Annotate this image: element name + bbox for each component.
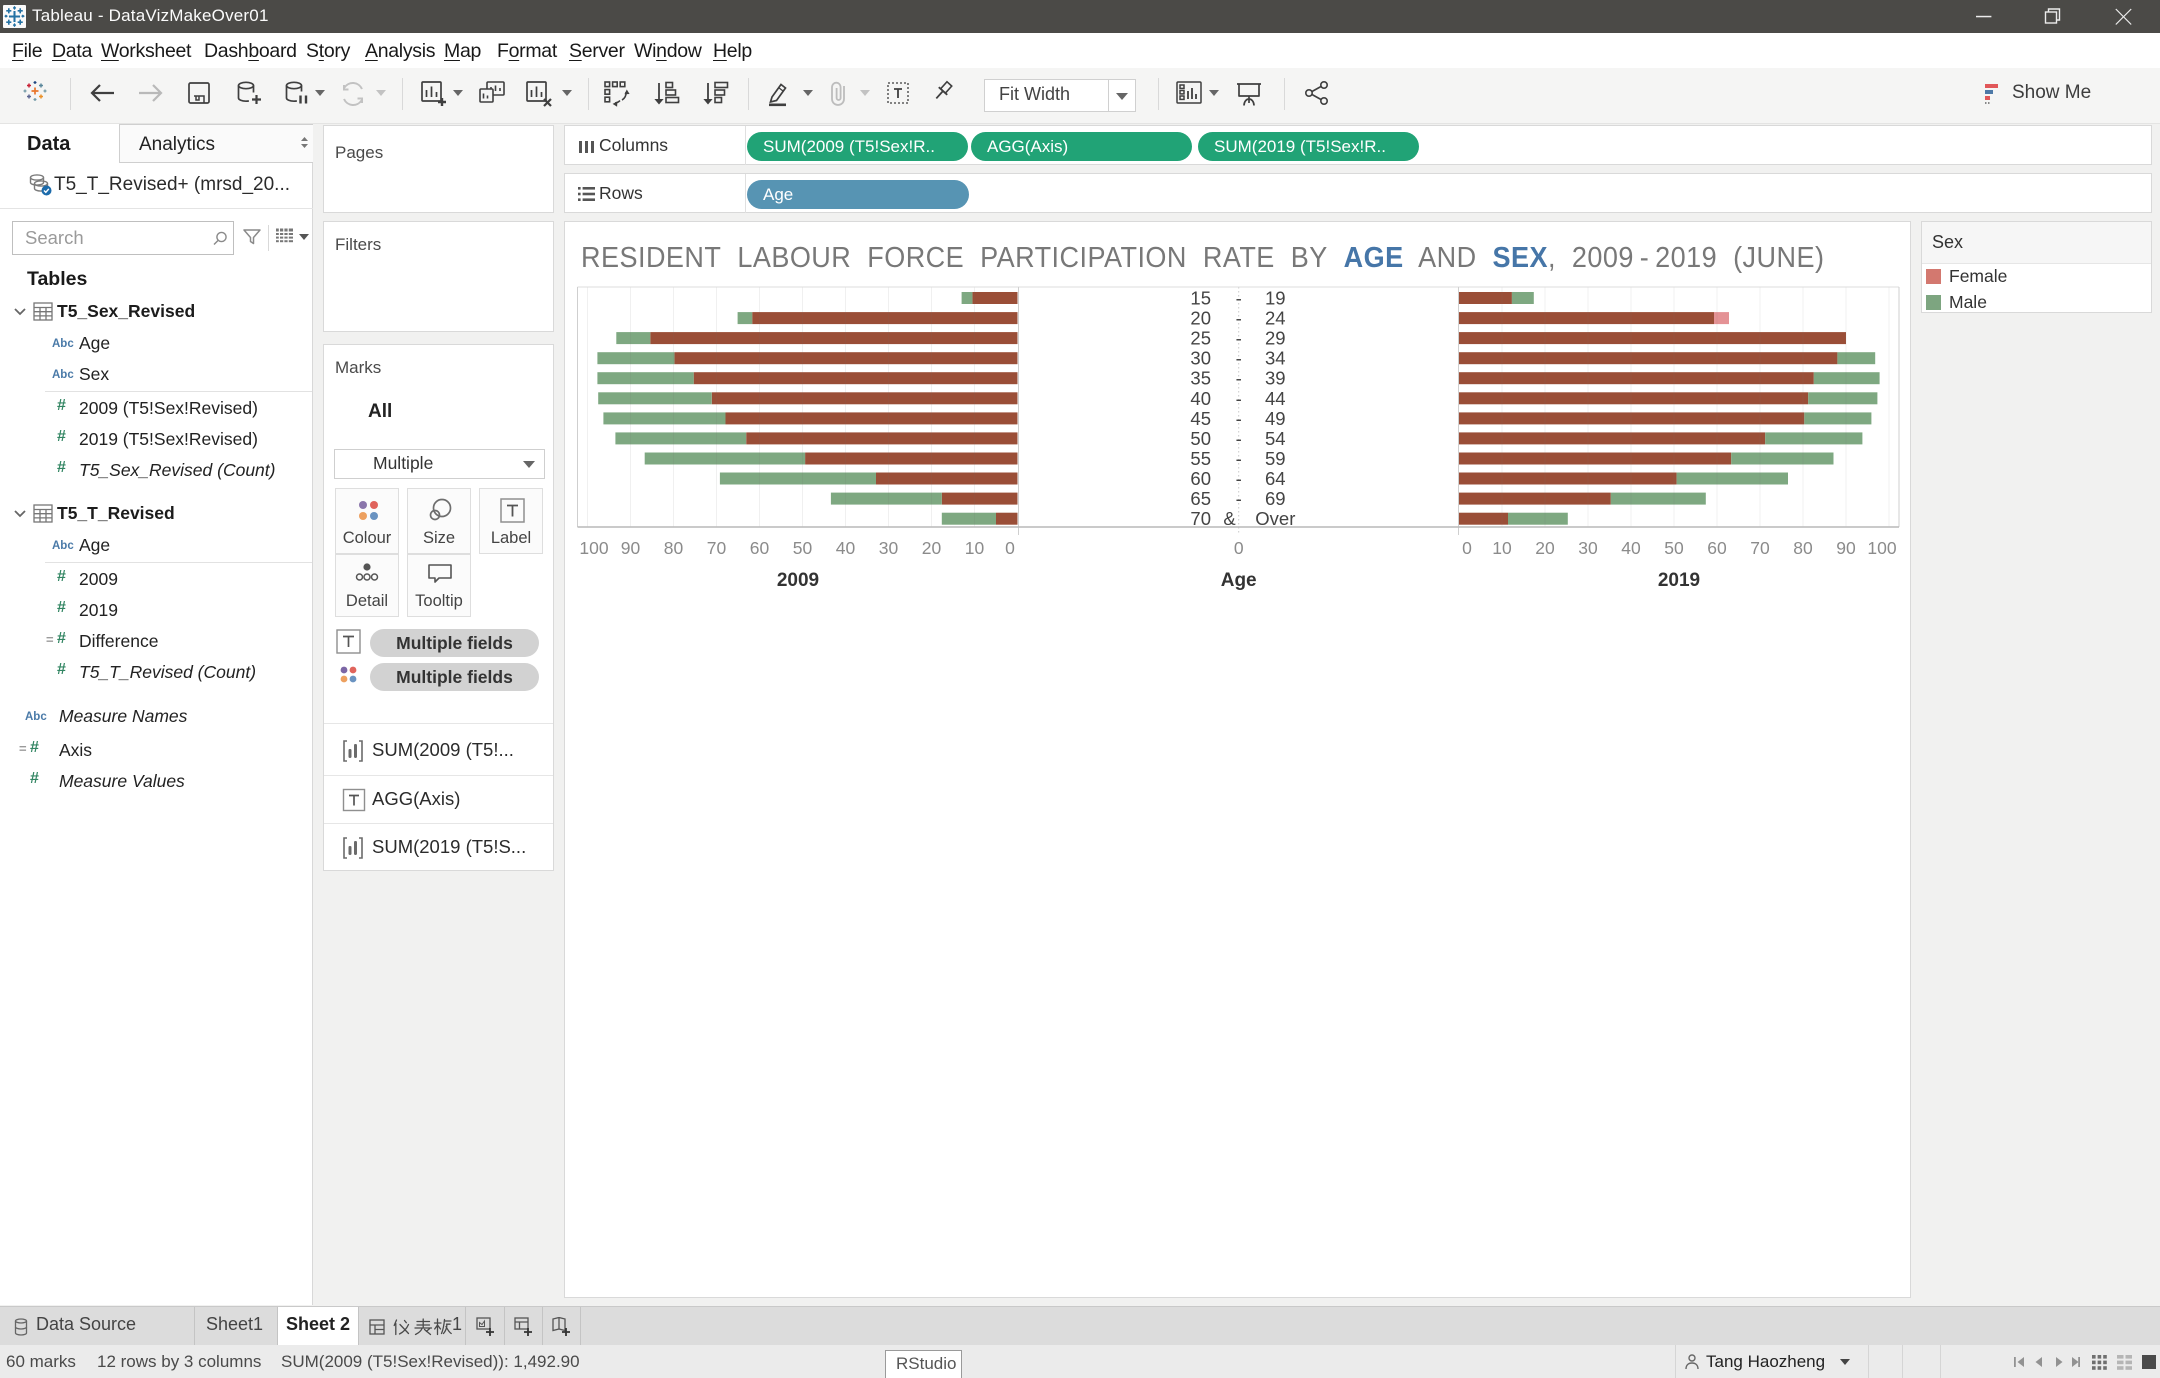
- svg-text:-: -: [1236, 308, 1242, 329]
- svg-text:20: 20: [1190, 308, 1211, 329]
- svg-text:80: 80: [664, 538, 684, 558]
- svg-text:0: 0: [1462, 538, 1472, 558]
- svg-text:59: 59: [1265, 448, 1286, 469]
- svg-text:100: 100: [1867, 538, 1896, 558]
- svg-text:30: 30: [1190, 348, 1211, 369]
- svg-text:30: 30: [879, 538, 899, 558]
- svg-text:-: -: [1236, 468, 1242, 489]
- svg-text:Age: Age: [1221, 570, 1257, 591]
- svg-text:39: 39: [1265, 368, 1286, 389]
- svg-text:29: 29: [1265, 328, 1286, 349]
- svg-text:64: 64: [1265, 468, 1286, 489]
- svg-text:70: 70: [1750, 538, 1770, 558]
- svg-text:65: 65: [1190, 488, 1211, 509]
- svg-text:49: 49: [1265, 408, 1286, 429]
- svg-text:90: 90: [621, 538, 641, 558]
- svg-text:15: 15: [1190, 288, 1211, 309]
- svg-text:20: 20: [1535, 538, 1555, 558]
- svg-text:50: 50: [1664, 538, 1684, 558]
- svg-text:60: 60: [1190, 468, 1211, 489]
- svg-text:10: 10: [965, 538, 985, 558]
- svg-text:34: 34: [1265, 348, 1286, 369]
- svg-text:&: &: [1223, 508, 1236, 529]
- svg-text:-: -: [1236, 488, 1242, 509]
- svg-text:30: 30: [1578, 538, 1598, 558]
- svg-text:45: 45: [1190, 408, 1211, 429]
- svg-text:-: -: [1236, 328, 1242, 349]
- svg-text:-: -: [1236, 448, 1242, 469]
- svg-text:0: 0: [1234, 538, 1244, 558]
- svg-text:-: -: [1236, 388, 1242, 409]
- svg-text:60: 60: [750, 538, 770, 558]
- svg-text:10: 10: [1492, 538, 1512, 558]
- svg-text:40: 40: [1621, 538, 1641, 558]
- svg-text:55: 55: [1190, 448, 1211, 469]
- svg-text:69: 69: [1265, 488, 1286, 509]
- svg-text:90: 90: [1836, 538, 1856, 558]
- svg-text:44: 44: [1265, 388, 1286, 409]
- svg-text:-: -: [1236, 428, 1242, 449]
- svg-text:-: -: [1236, 288, 1242, 309]
- svg-text:40: 40: [1190, 388, 1211, 409]
- svg-text:54: 54: [1265, 428, 1286, 449]
- svg-text:25: 25: [1190, 328, 1211, 349]
- svg-text:-: -: [1236, 368, 1242, 389]
- svg-text:60: 60: [1707, 538, 1727, 558]
- svg-text:70: 70: [1190, 508, 1211, 529]
- svg-text:2009: 2009: [777, 570, 819, 591]
- svg-text:40: 40: [836, 538, 856, 558]
- svg-text:20: 20: [922, 538, 942, 558]
- svg-text:24: 24: [1265, 308, 1286, 329]
- svg-text:100: 100: [579, 538, 608, 558]
- svg-text:-: -: [1236, 348, 1242, 369]
- svg-text:2019: 2019: [1658, 570, 1700, 591]
- svg-text:Over: Over: [1255, 508, 1295, 529]
- svg-text:0: 0: [1005, 538, 1015, 558]
- svg-text:50: 50: [1190, 428, 1211, 449]
- svg-text:50: 50: [793, 538, 813, 558]
- svg-text:70: 70: [707, 538, 727, 558]
- svg-text:19: 19: [1265, 288, 1286, 309]
- svg-text:35: 35: [1190, 368, 1211, 389]
- svg-text:-: -: [1236, 408, 1242, 429]
- svg-text:80: 80: [1793, 538, 1813, 558]
